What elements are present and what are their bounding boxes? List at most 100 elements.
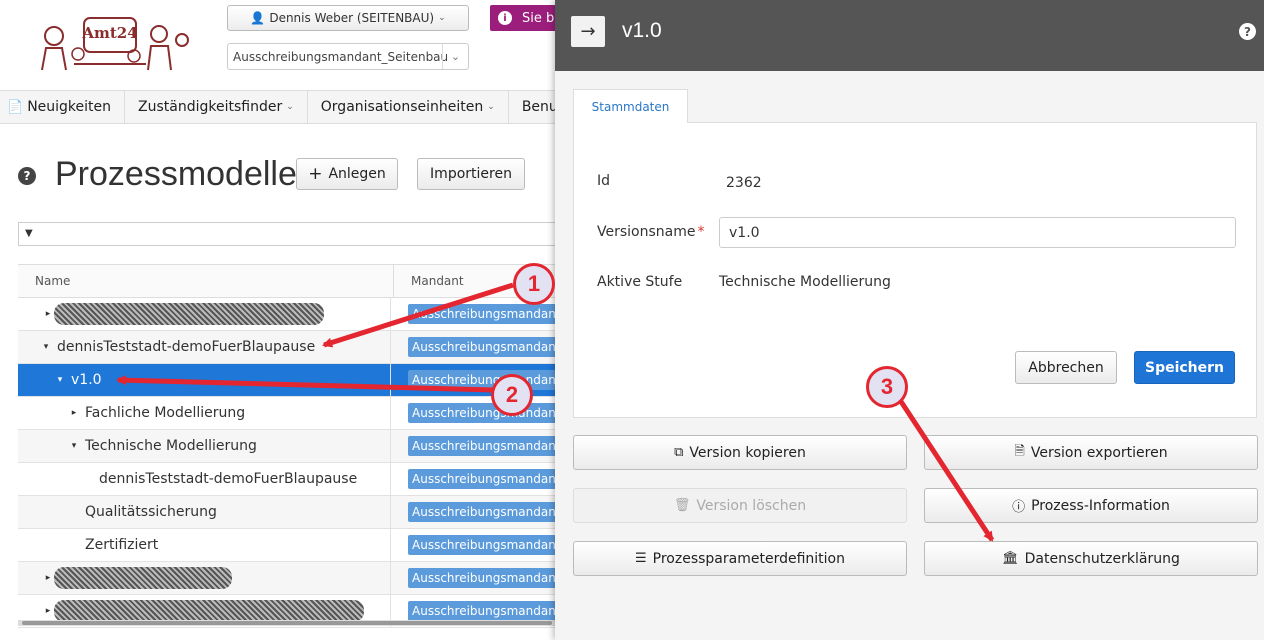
mandant-select-value: Ausschreibungsmandant_Seitenbau <box>233 49 449 64</box>
bank-icon: 🏛 <box>1002 551 1019 566</box>
delete-version-button[interactable]: 🗑 Version löschen <box>573 488 907 523</box>
tree-row[interactable]: ▾ Technische Modellierung Ausschreibungsm… <box>18 430 558 463</box>
id-value: 2362 <box>726 175 762 191</box>
info-alert[interactable]: i Sie b <box>490 5 560 31</box>
tree-row[interactable]: ▸ Ausschreibungsmandant_Seitenbau <box>18 298 558 331</box>
tab-stammdaten[interactable]: Stammdaten <box>573 89 688 123</box>
add-button[interactable]: + Anlegen <box>296 158 398 190</box>
mandant-badge: Ausschreibungsmandant_Seitenbau <box>408 535 558 555</box>
tree-row-label: Zertifiziert <box>85 537 159 553</box>
add-button-label: Anlegen <box>328 166 386 182</box>
stammdaten-card: Id 2362 Versionsname * v1.0 Aktive Stufe … <box>573 122 1257 418</box>
mandant-select[interactable]: Ausschreibungsmandant_Seitenbau ⌄ <box>227 43 469 70</box>
export-icon: 🗎 <box>1014 443 1025 459</box>
copy-icon: ⧉ <box>674 445 684 460</box>
main-navbar: 📄 Neuigkeiten Zuständigkeitsfinder ⌄ Org… <box>0 90 599 124</box>
parameter-definition-label: Prozessparameterdefinition <box>652 550 845 567</box>
redacted-label <box>54 600 364 622</box>
close-panel-button[interactable]: → <box>571 16 605 47</box>
mandant-badge: Ausschreibungsmandant_Seitenbau <box>408 304 558 324</box>
tree-row[interactable]: ▸ Fachliche Modellierung Ausschreibungsma… <box>18 397 558 430</box>
id-label: Id <box>597 173 611 189</box>
import-button[interactable]: Importieren <box>417 158 525 190</box>
chevron-down-icon: ⌄ <box>442 44 468 69</box>
active-stage-value: Technische Modellierung <box>719 274 891 290</box>
tree-row-label: Fachliche Modellierung <box>85 405 246 421</box>
save-button[interactable]: Speichern <box>1134 351 1235 384</box>
help-icon[interactable]: ? <box>18 167 36 185</box>
tree-row[interactable]: ▸ Ausschreibungsmandant_Seitenbau <box>18 562 558 595</box>
chevron-down-icon: ⌄ <box>438 13 446 23</box>
active-stage-label: Aktive Stufe <box>597 274 683 290</box>
info-icon: i <box>498 11 512 25</box>
version-side-panel: → v1.0 ? Stammdaten Id 2362 Versionsname… <box>555 0 1264 640</box>
logo-text: Amt24 <box>81 24 137 42</box>
copy-version-button[interactable]: ⧉ Version kopieren <box>573 435 907 470</box>
column-header-name[interactable]: Name <box>18 265 394 297</box>
column-header-mandant[interactable]: Mandant <box>394 265 464 297</box>
copy-version-label: Version kopieren <box>689 444 806 461</box>
user-name: Dennis Weber (SEITENBAU) <box>269 11 435 25</box>
plus-icon: + <box>308 164 323 184</box>
tree-row-label: v1.0 <box>71 372 102 388</box>
tree-row[interactable]: Zertifiziert Ausschreibungsmandant_Seite… <box>18 529 558 562</box>
scrollbar-thumb[interactable] <box>22 621 552 625</box>
privacy-statement-label: Datenschutzerklärung <box>1024 550 1180 567</box>
tree-row-label: Qualitätssicherung <box>85 504 217 520</box>
redacted-label <box>54 303 324 325</box>
caret-down-icon[interactable]: ▾ <box>68 441 80 451</box>
amt24-logo[interactable]: Amt24 <box>34 14 192 72</box>
caret-right-icon[interactable]: ▸ <box>42 309 54 319</box>
tree-row-label: Technische Modellierung <box>85 438 257 454</box>
import-button-label: Importieren <box>430 166 512 182</box>
tree-row-label: dennisTeststadt-demoFuerBlaupause <box>57 339 316 355</box>
mandant-badge: Ausschreibungsmandant_Seitenbau <box>408 436 558 456</box>
caret-down-icon[interactable]: ▾ <box>40 342 52 352</box>
process-info-label: Prozess-Information <box>1031 497 1170 514</box>
tree-row[interactable]: ▾ dennisTeststadt-demoFuerBlaupause Aussc… <box>18 331 558 364</box>
mandant-badge: Ausschreibungsmandant_Seitenbau <box>408 568 558 588</box>
delete-version-label: Version löschen <box>696 497 807 514</box>
filter-icon: ▼ <box>25 228 33 239</box>
mandant-badge: Ausschreibungsmandant_Seitenbau <box>408 370 558 390</box>
info-icon: ⓘ <box>1012 500 1026 515</box>
caret-down-icon[interactable]: ▾ <box>54 375 66 385</box>
panel-header: → v1.0 ? <box>555 0 1264 71</box>
process-info-button[interactable]: ⓘ Prozess-Information <box>924 488 1258 523</box>
alert-text: Sie b <box>522 10 555 26</box>
tree-row-selected[interactable]: ▾ v1.0 Ausschreibungsmandant_Seitenbau <box>18 364 558 397</box>
nav-organisationseinheiten[interactable]: Organisationseinheiten ⌄ <box>308 91 509 123</box>
filter-input[interactable]: ▼ <box>18 222 558 246</box>
chevron-down-icon: ⌄ <box>286 102 294 112</box>
version-name-input[interactable]: v1.0 <box>719 217 1236 248</box>
horizontal-scrollbar[interactable] <box>18 620 558 626</box>
redacted-label <box>54 567 232 589</box>
parameter-definition-button[interactable]: ☰ Prozessparameterdefinition <box>573 541 907 576</box>
nav-neuigkeiten[interactable]: 📄 Neuigkeiten <box>0 91 126 123</box>
user-icon: 👤 <box>250 11 266 25</box>
annotation-marker-2: 2 <box>491 374 533 416</box>
export-version-button[interactable]: 🗎 Version exportieren <box>924 435 1258 470</box>
caret-right-icon[interactable]: ▸ <box>42 573 54 583</box>
tree-row[interactable]: dennisTeststadt-demoFuerBlaupause Aussch… <box>18 463 558 496</box>
arrow-right-icon: → <box>580 21 596 42</box>
export-version-label: Version exportieren <box>1030 444 1168 461</box>
nav-zustaendigkeitsfinder[interactable]: Zuständigkeitsfinder ⌄ <box>125 91 308 123</box>
annotation-marker-3: 3 <box>866 366 908 408</box>
mandant-badge: Ausschreibungsmandant_Seitenbau <box>408 502 558 522</box>
nav-label: Organisationseinheiten <box>320 99 484 115</box>
cancel-button[interactable]: Abbrechen <box>1015 351 1117 384</box>
help-icon[interactable]: ? <box>1239 23 1256 40</box>
trash-icon: 🗑 <box>673 498 691 513</box>
caret-right-icon[interactable]: ▸ <box>42 606 54 616</box>
user-menu-button[interactable]: 👤 Dennis Weber (SEITENBAU) ⌄ <box>227 5 469 31</box>
privacy-statement-button[interactable]: 🏛 Datenschutzerklärung <box>924 541 1258 576</box>
caret-right-icon[interactable]: ▸ <box>68 408 80 418</box>
version-name-label: Versionsname * <box>597 224 705 240</box>
tree-row[interactable]: Qualitätssicherung Ausschreibungsmandant… <box>18 496 558 529</box>
nav-label: Zuständigkeitsfinder <box>138 99 283 115</box>
panel-title: v1.0 <box>622 19 662 42</box>
process-tree: Name Mandant ▸ Ausschreibungsmandant_Sei… <box>18 264 558 628</box>
tree-row-label: dennisTeststadt-demoFuerBlaupause <box>99 471 358 487</box>
mandant-badge: Ausschreibungsmandant_Seitenbau <box>408 337 558 357</box>
